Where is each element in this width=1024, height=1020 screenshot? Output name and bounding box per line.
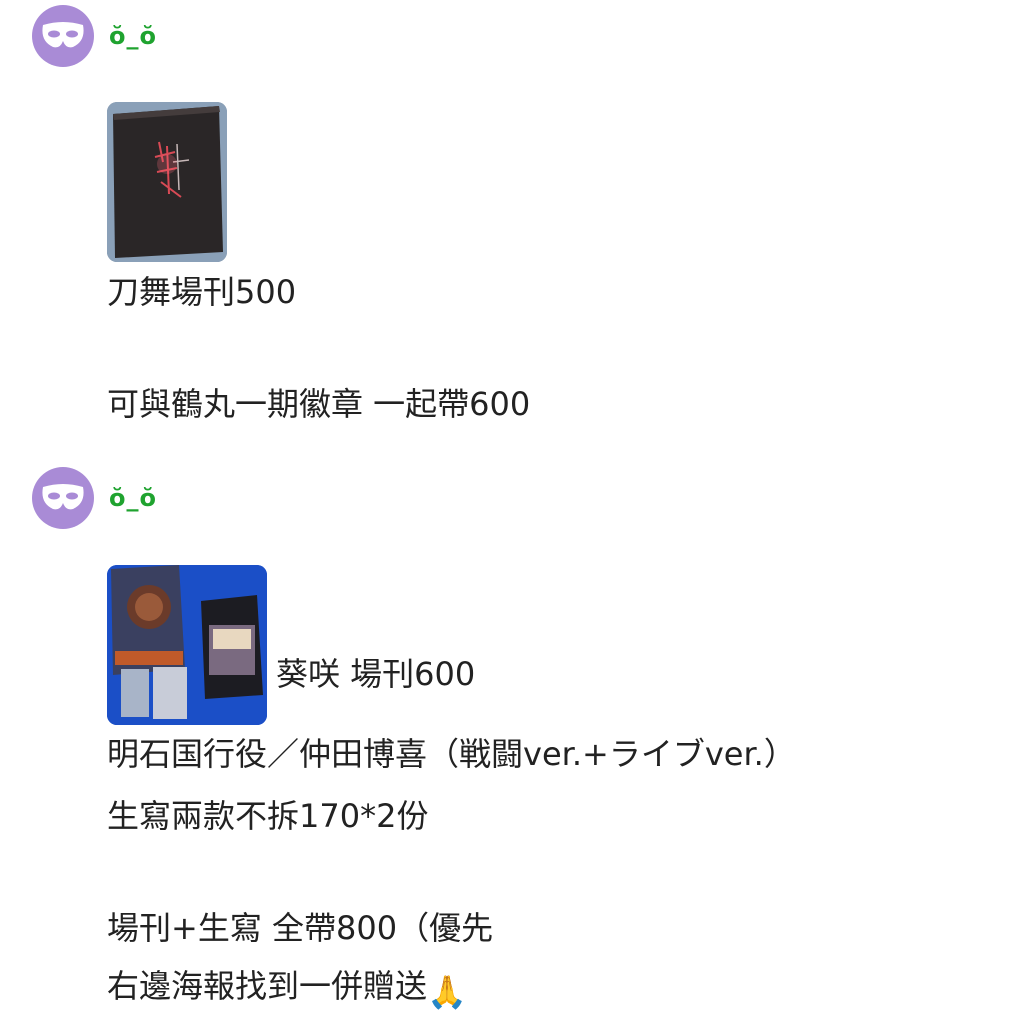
mask-icon — [42, 22, 84, 48]
message-line: 生寫兩款不拆170*2份 — [107, 797, 429, 835]
username[interactable]: ŏ_ŏ — [109, 484, 157, 512]
photo-caption: 葵咲 場刊600 — [276, 655, 476, 693]
user-avatar[interactable] — [32, 467, 94, 529]
message-line: 場刊+生寫 全帶800（優先 — [107, 909, 494, 947]
message-line-with-emoji: 右邊海報找到一併贈送🙏 — [107, 966, 467, 1012]
message-post: ŏ_ŏ 刀舞場刊500 可與鶴丸一期徽章 一起帶600 — [0, 0, 1024, 460]
message-line: 明石国行役／仲田博喜（戦闘ver.+ライブver.） — [107, 735, 796, 773]
mask-icon — [42, 484, 84, 510]
message-line: 可與鶴丸一期徽章 一起帶600 — [107, 385, 531, 423]
username[interactable]: ŏ_ŏ — [109, 22, 157, 50]
user-avatar[interactable] — [32, 5, 94, 67]
message-line: 刀舞場刊500 — [107, 273, 297, 311]
message-post: ŏ_ŏ 葵咲 場刊600 明石国行役／仲田博喜（戦闘ver.+ライブver.） … — [0, 464, 1024, 1020]
folded-hands-emoji: 🙏 — [427, 973, 467, 1011]
goods-photo[interactable] — [107, 565, 267, 725]
message-line: 右邊海報找到一併贈送 — [107, 967, 428, 1005]
booklet-photo[interactable] — [107, 102, 227, 262]
